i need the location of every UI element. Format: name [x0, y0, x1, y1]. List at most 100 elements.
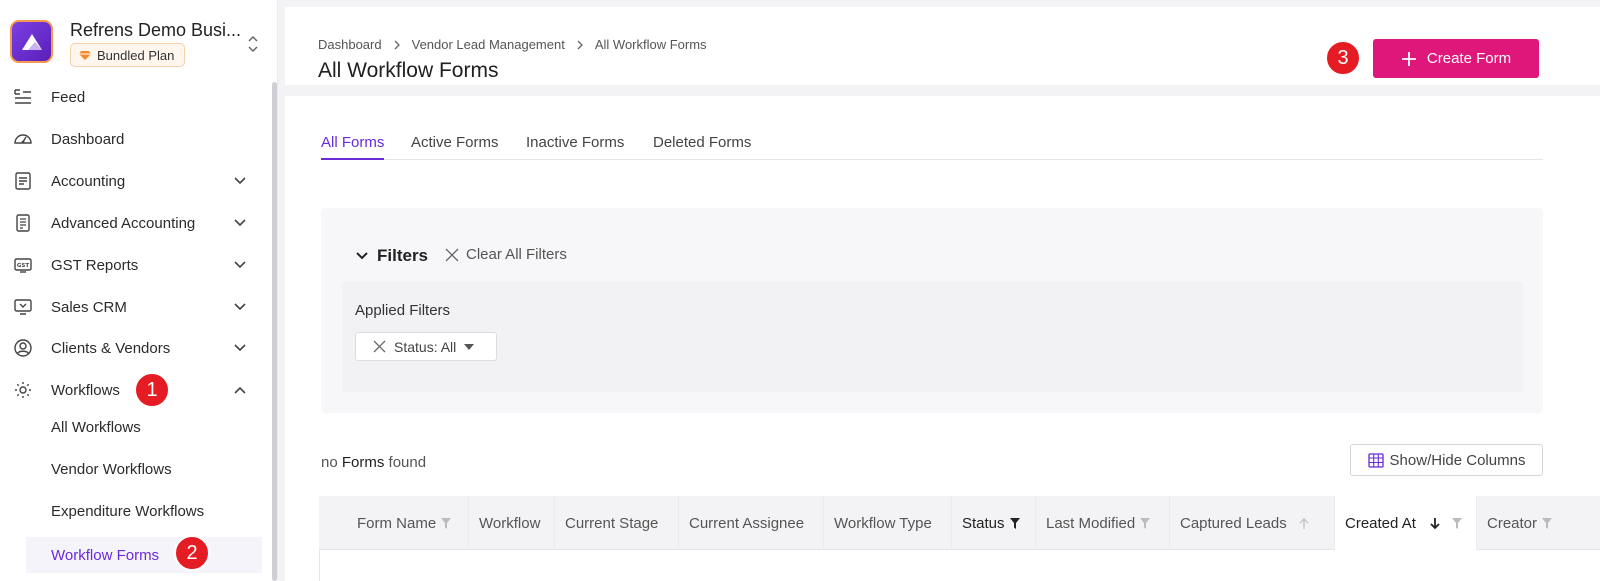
filter-active-icon[interactable] [1009, 517, 1020, 529]
result-entity: Forms [341, 454, 385, 471]
breadcrumb-item[interactable]: Vendor Lead Management [412, 37, 565, 52]
column-header-creator[interactable]: Creator [1477, 496, 1600, 550]
sidebar-item-feed[interactable]: Feed [0, 77, 270, 117]
sort-up-icon[interactable] [1298, 517, 1310, 530]
show-hide-columns-label: Show/Hide Columns [1389, 451, 1526, 469]
column-header-created-at[interactable]: Created At [1335, 496, 1477, 550]
sidebar: Refrens Demo Busi... Bundled Plan Feed D… [0, 0, 278, 581]
feed-icon [14, 89, 31, 104]
tab-deleted-forms[interactable]: Deleted Forms [653, 134, 751, 160]
show-hide-columns-button[interactable]: Show/Hide Columns [1350, 444, 1543, 476]
org-name: Refrens Demo Busi... [70, 20, 242, 40]
filter-chip-label: Status: All [394, 338, 457, 355]
chevron-down-icon [356, 252, 368, 260]
clear-all-label: Clear All Filters [466, 246, 567, 263]
column-label: Current Assignee [689, 514, 805, 532]
chevron-down-icon[interactable] [233, 300, 247, 314]
tab-active-forms[interactable]: Active Forms [411, 134, 499, 160]
sidebar-item-clients-vendors[interactable]: Clients & Vendors [0, 328, 270, 368]
chevron-up-down-icon[interactable] [246, 33, 260, 55]
result-prefix: no [321, 454, 338, 471]
workflows-icon [15, 382, 31, 398]
column-label: Creator [1487, 514, 1538, 532]
close-icon[interactable] [373, 340, 386, 353]
chevron-down-icon[interactable] [233, 341, 247, 355]
form-tabs: All Forms Active Forms Inactive Forms De… [321, 134, 1543, 160]
table-body [319, 550, 1600, 581]
create-form-button[interactable]: Create Form [1373, 39, 1539, 78]
clear-all-filters-button[interactable]: Clear All Filters [445, 246, 567, 263]
diamond-icon [79, 50, 91, 60]
breadcrumb-item[interactable]: Dashboard [318, 37, 382, 52]
plan-label: Bundled Plan [97, 47, 175, 63]
filters-panel: Filters Clear All Filters Applied Filter… [321, 208, 1543, 413]
gst-icon: GST [14, 258, 32, 273]
step-badge: 3 [1325, 40, 1361, 76]
applied-filters-title: Applied Filters [355, 302, 451, 319]
column-header-captured-leads[interactable]: Captured Leads [1170, 496, 1335, 550]
close-icon [445, 248, 459, 261]
column-label: Captured Leads [1180, 514, 1287, 532]
sidebar-scrollbar[interactable] [272, 82, 277, 581]
sidebar-item-label: Feed [51, 88, 86, 106]
dashboard-icon [14, 134, 32, 144]
sidebar-subitem-label: All Workflows [51, 418, 141, 436]
chevron-down-icon[interactable] [233, 174, 247, 188]
clients-vendors-icon [14, 339, 32, 357]
sort-down-icon[interactable] [1429, 517, 1441, 530]
filter-icon[interactable] [1140, 517, 1151, 529]
org-switcher[interactable]: Refrens Demo Busi... Bundled Plan [10, 20, 270, 70]
column-header-current-stage[interactable]: Current Stage [555, 496, 679, 550]
column-label: Status [962, 514, 1005, 532]
sidebar-item-label: Sales CRM [51, 298, 127, 316]
main-content: All Forms Active Forms Inactive Forms De… [285, 96, 1600, 581]
chevron-right-icon [577, 40, 583, 49]
column-header-workflow-type[interactable]: Workflow Type [824, 496, 952, 550]
sidebar-item-label: Clients & Vendors [51, 339, 171, 357]
sidebar-subitem-all-workflows[interactable]: All Workflows [26, 409, 262, 445]
sidebar-item-accounting[interactable]: Accounting [0, 161, 270, 201]
filter-icon[interactable] [1542, 517, 1553, 529]
column-header-status[interactable]: Status [952, 496, 1036, 550]
applied-filters: Applied Filters Status: All [342, 282, 1523, 392]
column-header-last-modified[interactable]: Last Modified [1036, 496, 1170, 550]
filter-icon[interactable] [1451, 517, 1462, 529]
step-badge: 1 [134, 372, 170, 408]
sidebar-item-label: Workflows [51, 381, 120, 399]
sidebar-item-sales-crm[interactable]: Sales CRM [0, 287, 270, 327]
column-label: Created At [1345, 514, 1416, 532]
sidebar-item-dashboard[interactable]: Dashboard [0, 119, 270, 159]
sidebar-item-label: Dashboard [51, 130, 125, 148]
breadcrumb-item-current: All Workflow Forms [594, 37, 707, 52]
create-form-label: Create Form [1426, 50, 1512, 67]
tab-inactive-forms[interactable]: Inactive Forms [526, 134, 624, 160]
column-label: Last Modified [1046, 514, 1136, 532]
sidebar-subitem-workflow-forms[interactable]: Workflow Forms [26, 537, 262, 573]
column-header-form-name[interactable]: Form Name [319, 496, 469, 550]
sidebar-item-label: GST Reports [51, 256, 139, 274]
page-title: All Workflow Forms [318, 59, 499, 82]
svg-text:GST: GST [17, 263, 29, 269]
chevron-right-icon [394, 40, 400, 49]
plan-badge: Bundled Plan [70, 43, 186, 67]
column-label: Form Name [357, 514, 437, 532]
filters-toggle[interactable]: Filters [355, 246, 428, 266]
sidebar-item-gst-reports[interactable]: GST GST Reports [0, 245, 270, 285]
chevron-down-icon[interactable] [233, 258, 247, 272]
sidebar-subitem-vendor-workflows[interactable]: Vendor Workflows [26, 451, 262, 487]
filter-chip-status[interactable]: Status: All [355, 332, 497, 361]
column-header-workflow[interactable]: Workflow [469, 496, 555, 550]
columns-icon [1367, 452, 1384, 468]
org-logo [10, 20, 53, 63]
sidebar-item-advanced-accounting[interactable]: Advanced Accounting [0, 203, 270, 243]
result-suffix: found [388, 454, 427, 471]
filter-icon[interactable] [441, 517, 452, 529]
chevron-down-icon[interactable] [233, 216, 247, 230]
chevron-up-icon[interactable] [233, 383, 247, 397]
sidebar-subitem-expenditure-workflows[interactable]: Expenditure Workflows [26, 493, 262, 529]
advanced-accounting-icon [16, 214, 30, 232]
column-label: Workflow [479, 514, 541, 532]
column-header-current-assignee[interactable]: Current Assignee [679, 496, 824, 550]
sidebar-subitem-label: Vendor Workflows [51, 460, 172, 478]
tab-all-forms[interactable]: All Forms [321, 134, 385, 160]
